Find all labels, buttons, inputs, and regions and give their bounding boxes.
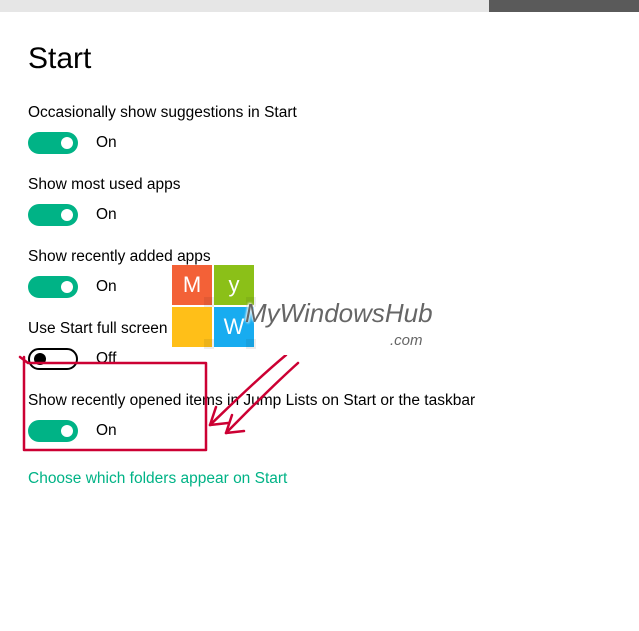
settings-panel: Start Occasionally show suggestions in S… xyxy=(0,12,639,488)
setting-jump-lists: Show recently opened items in Jump Lists… xyxy=(28,392,639,442)
setting-label: Use Start full screen xyxy=(28,320,639,338)
choose-folders-link[interactable]: Choose which folders appear on Start xyxy=(28,470,287,488)
toggle-full-screen[interactable] xyxy=(28,348,78,370)
toggle-state-label: On xyxy=(96,422,117,440)
setting-label: Show recently opened items in Jump Lists… xyxy=(28,392,639,410)
toggle-state-label: Off xyxy=(96,350,116,368)
toggle-most-used[interactable] xyxy=(28,204,78,226)
toggle-jump-lists[interactable] xyxy=(28,420,78,442)
toggle-state-label: On xyxy=(96,206,117,224)
setting-full-screen: Use Start full screen Off xyxy=(28,320,639,370)
toggle-state-label: On xyxy=(96,134,117,152)
setting-label: Occasionally show suggestions in Start xyxy=(28,104,639,122)
toggle-suggestions[interactable] xyxy=(28,132,78,154)
setting-most-used: Show most used apps On xyxy=(28,176,639,226)
toggle-recently-added[interactable] xyxy=(28,276,78,298)
setting-label: Show most used apps xyxy=(28,176,639,194)
setting-label: Show recently added apps xyxy=(28,248,639,266)
setting-recently-added: Show recently added apps On xyxy=(28,248,639,298)
page-title: Start xyxy=(28,42,639,76)
setting-suggestions: Occasionally show suggestions in Start O… xyxy=(28,104,639,154)
title-bar-controls xyxy=(489,0,639,12)
toggle-state-label: On xyxy=(96,278,117,296)
